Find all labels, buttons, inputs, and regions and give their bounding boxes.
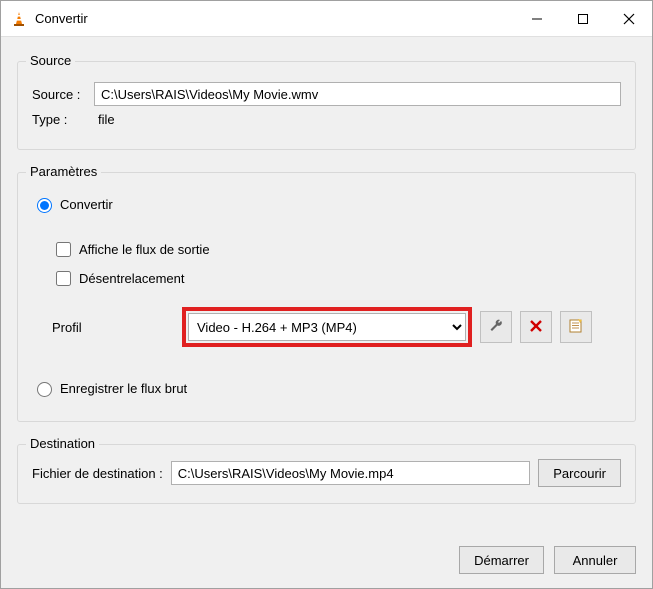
convert-radio-row[interactable]: Convertir [32,195,621,213]
convert-dialog: Convertir Source Source : Type : file Pa… [0,0,653,589]
convert-radio-label: Convertir [60,197,113,212]
titlebar: Convertir [1,1,652,37]
maximize-button[interactable] [560,1,606,37]
wrench-icon [488,318,504,337]
close-button[interactable] [606,1,652,37]
source-path-input[interactable] [94,82,621,106]
cancel-button[interactable]: Annuler [554,546,636,574]
vlc-cone-icon [11,11,27,27]
deinterlace-checkbox[interactable] [56,271,71,286]
type-value: file [94,112,115,127]
new-profile-button[interactable] [560,311,592,343]
params-group: Paramètres Convertir Affiche le flux de … [17,172,636,422]
profile-label: Profil [32,320,182,335]
profile-highlight: Video - H.264 + MP3 (MP4) [182,307,472,347]
destination-file-label: Fichier de destination : [32,466,163,481]
browse-button[interactable]: Parcourir [538,459,621,487]
show-output-checkbox[interactable] [56,242,71,257]
dump-raw-label: Enregistrer le flux brut [60,381,187,396]
source-group: Source Source : Type : file [17,61,636,150]
dump-raw-radio-row[interactable]: Enregistrer le flux brut [32,379,621,397]
edit-profile-button[interactable] [480,311,512,343]
start-button[interactable]: Démarrer [459,546,544,574]
deinterlace-check-row[interactable]: Désentrelacement [52,268,621,289]
source-label: Source : [32,87,94,102]
convert-radio[interactable] [37,198,52,213]
delete-profile-button[interactable] [520,311,552,343]
destination-group: Destination Fichier de destination : Par… [17,444,636,504]
new-profile-icon [568,318,584,337]
dump-raw-radio[interactable] [37,382,52,397]
destination-file-input[interactable] [171,461,530,485]
type-label: Type : [32,112,94,127]
deinterlace-label: Désentrelacement [79,271,185,286]
source-group-title: Source [26,53,75,68]
profile-combo[interactable]: Video - H.264 + MP3 (MP4) [188,313,466,341]
params-group-title: Paramètres [26,164,101,179]
window-title: Convertir [35,11,514,26]
destination-group-title: Destination [26,436,99,451]
dialog-footer: Démarrer Annuler [1,536,652,588]
show-output-label: Affiche le flux de sortie [79,242,210,257]
minimize-button[interactable] [514,1,560,37]
show-output-check-row[interactable]: Affiche le flux de sortie [52,239,621,260]
delete-x-icon [528,318,544,337]
